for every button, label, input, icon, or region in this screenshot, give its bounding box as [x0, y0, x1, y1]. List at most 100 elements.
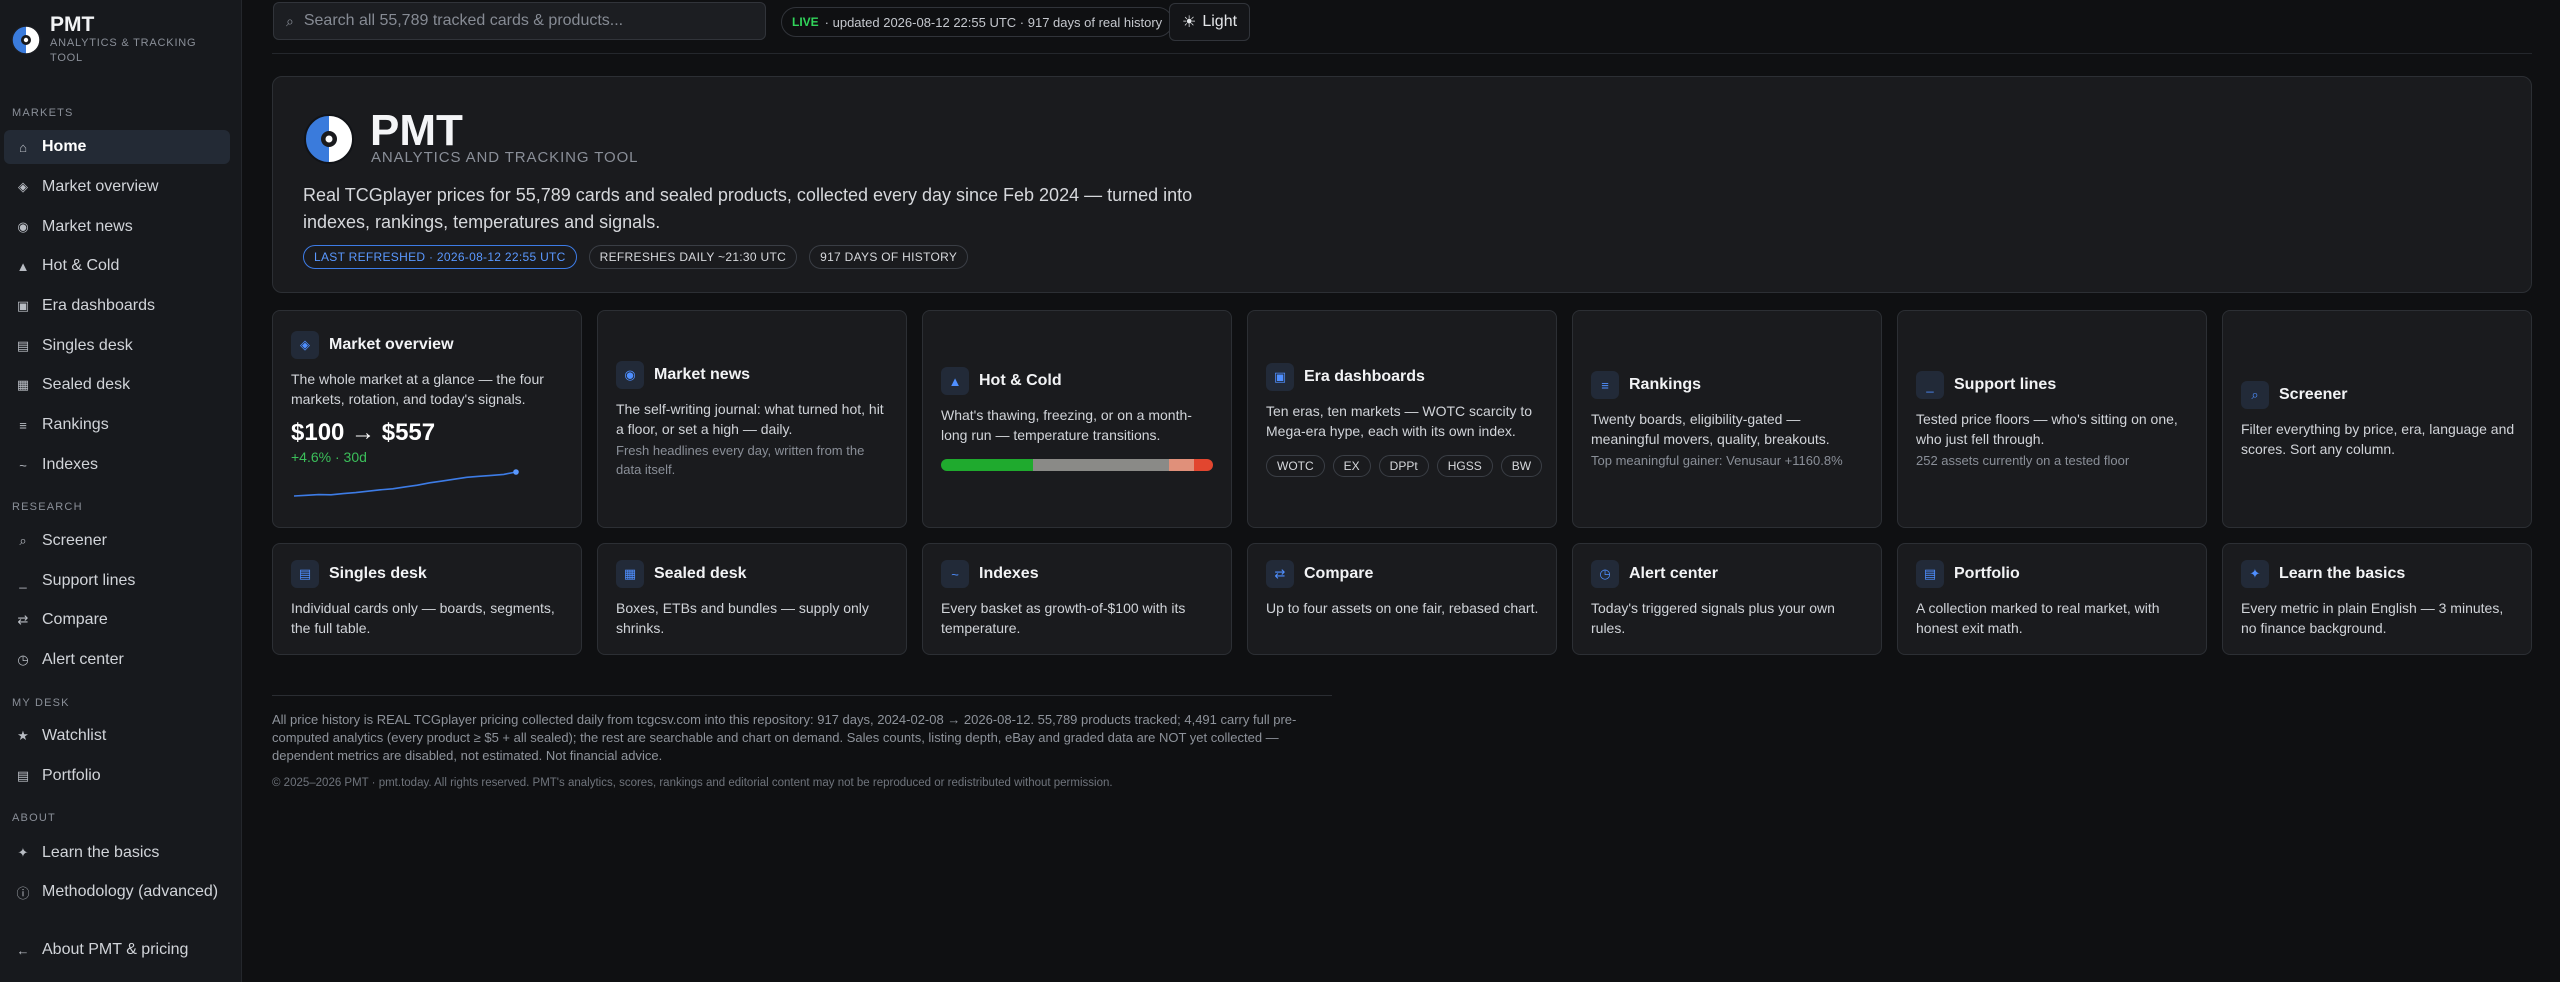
- sidebar-item-methodology[interactable]: ⓘ Methodology (advanced): [4, 875, 230, 909]
- era-tag[interactable]: DPPt: [1378, 455, 1429, 477]
- sidebar-item-era-dashboards[interactable]: ▣ Era dashboards: [4, 289, 230, 323]
- temperature-segment: [941, 459, 1034, 471]
- sidebar-item-watchlist[interactable]: ★ Watchlist: [4, 719, 230, 753]
- brand-subtitle: Analytics & tracking tool: [50, 37, 197, 64]
- swap-icon: ⇄: [17, 612, 29, 627]
- sidebar-item-singles-desk[interactable]: ▤ Singles desk: [4, 329, 230, 363]
- era-tag[interactable]: EX: [1332, 455, 1371, 477]
- sidebar-item-hot-cold[interactable]: ▲ Hot & Cold: [4, 249, 230, 283]
- era-tag-row: WOTC EX DPPt HGSS BW: [1266, 455, 1543, 477]
- card-rankings[interactable]: ≡ Rankings Twenty boards, eligibility-ga…: [1572, 310, 1882, 528]
- sidebar-item-about-pricing[interactable]: ← About PMT & pricing: [4, 933, 230, 967]
- dashboard-icon: ▣: [16, 298, 30, 313]
- sidebar-item-home[interactable]: ⌂ Home: [4, 130, 230, 164]
- card-compare[interactable]: ⇄ Compare Up to four assets on one fair,…: [1247, 543, 1557, 655]
- growth-delta: +4.6% · 30d: [291, 449, 367, 465]
- sidebar-item-learn-basics[interactable]: ✦ Learn the basics: [4, 836, 230, 870]
- card-description: Twenty boards, eligibility-gated — meani…: [1591, 411, 1830, 447]
- card-hot-cold[interactable]: ▲ Hot & Cold What's thawing, freezing, o…: [922, 310, 1232, 528]
- sidebar-item-screener[interactable]: ⌕ Screener: [4, 524, 230, 558]
- card-market-overview[interactable]: ◈ Market overview The whole market at a …: [272, 310, 582, 528]
- card-sealed-desk[interactable]: ▦ Sealed desk Boxes, ETBs and bundles — …: [597, 543, 907, 655]
- last-refreshed-badge: Last refreshed · 2026-08-12 22:55 UTC: [303, 245, 577, 269]
- sidebar-item-label: Indexes: [42, 456, 99, 473]
- era-tag[interactable]: HGSS: [1436, 455, 1493, 477]
- card-description: What's thawing, freezing, or on a month-…: [941, 407, 1192, 443]
- card-note: Top meaningful gainer: Venusaur +1160.8%: [1591, 453, 1843, 468]
- hero-panel: PMT Analytics and tracking tool Real TCG…: [272, 76, 2532, 293]
- card-singles-desk[interactable]: ▤ Singles desk Individual cards only — b…: [272, 543, 582, 655]
- hero-pill-row: Last refreshed · 2026-08-12 22:55 UTC Re…: [303, 245, 969, 269]
- sidebar-item-label: Compare: [42, 611, 108, 628]
- era-tag[interactable]: BW: [1500, 455, 1543, 477]
- temperature-bar: [941, 459, 1213, 471]
- search-icon: ⌕: [286, 12, 294, 29]
- list-icon: ≡: [1591, 371, 1619, 399]
- card-title: Singles desk: [329, 565, 427, 582]
- card-title: Market news: [654, 366, 751, 383]
- divider: [272, 695, 1332, 696]
- pmt-logo-icon: [11, 25, 41, 55]
- nav-section-markets: Markets: [12, 107, 74, 119]
- sidebar-item-market-overview[interactable]: ◈ Market overview: [4, 170, 230, 204]
- sidebar-item-label: Market news: [42, 218, 133, 235]
- card-description: Filter everything by price, era, languag…: [2241, 421, 2515, 457]
- brand[interactable]: PMT Analytics & tracking tool: [10, 14, 225, 66]
- temperature-segment: [1193, 459, 1213, 471]
- card-title: Hot & Cold: [979, 372, 1062, 389]
- sidebar-item-market-news[interactable]: ◉ Market news: [4, 210, 230, 244]
- card-portfolio[interactable]: ▤ Portfolio A collection marked to real …: [1897, 543, 2207, 655]
- theme-toggle-button[interactable]: ☀ Light: [1169, 3, 1251, 41]
- sidebar-item-label: Sealed desk: [42, 376, 131, 393]
- swap-icon: ⇄: [1266, 560, 1294, 588]
- era-tag[interactable]: WOTC: [1266, 455, 1325, 477]
- sidebar-item-portfolio[interactable]: ▤ Portfolio: [4, 759, 230, 793]
- card-title: Era dashboards: [1304, 368, 1425, 385]
- wave-icon: ~: [941, 560, 969, 588]
- wave-icon: ~: [19, 457, 27, 473]
- card-screener[interactable]: ⌕ Screener Filter everything by price, e…: [2222, 310, 2532, 528]
- copyright-notice: © 2025–2026 PMT · pmt.today. All rights …: [272, 777, 1113, 789]
- card-title: Market overview: [329, 336, 454, 353]
- radio-icon: ◉: [616, 361, 644, 389]
- card-note: Fresh headlines every day, written from …: [616, 443, 865, 477]
- underline-icon: _: [1916, 371, 1944, 399]
- card-support-lines[interactable]: _ Support lines Tested price floors — wh…: [1897, 310, 2207, 528]
- sidebar-item-indexes[interactable]: ~ Indexes: [4, 448, 230, 482]
- card-learn-basics[interactable]: ✦ Learn the basics Every metric in plain…: [2222, 543, 2532, 655]
- home-icon: ⌂: [19, 139, 27, 155]
- radio-icon: ◉: [17, 219, 29, 234]
- live-badge: LIVE: [792, 15, 819, 29]
- brand-name: PMT: [50, 13, 95, 36]
- sidebar-item-alert-center[interactable]: ◷ Alert center: [4, 643, 230, 677]
- card-indexes[interactable]: ~ Indexes Every basket as growth-of-$100…: [922, 543, 1232, 655]
- card-description: Ten eras, ten markets — WOTC scarcity to…: [1266, 403, 1533, 439]
- card-title: Sealed desk: [654, 565, 747, 582]
- clock-icon: ◷: [17, 652, 29, 667]
- sidebar-item-support-lines[interactable]: _ Support lines: [4, 564, 230, 598]
- card-era-dashboards[interactable]: ▣ Era dashboards Ten eras, ten markets —…: [1247, 310, 1557, 528]
- card-title: Compare: [1304, 565, 1374, 582]
- flame-icon: ▲: [941, 367, 969, 395]
- sun-icon: ☀: [1182, 14, 1197, 31]
- sidebar-item-sealed-desk[interactable]: ▦ Sealed desk: [4, 368, 230, 402]
- card-title: Portfolio: [1954, 565, 2020, 582]
- box-icon: ▦: [16, 377, 30, 392]
- search-box[interactable]: ⌕: [273, 2, 766, 40]
- arrow-left-icon: ←: [16, 942, 30, 958]
- temperature-segment: [1033, 459, 1170, 471]
- star-icon: ★: [17, 728, 29, 743]
- sidebar-item-rankings[interactable]: ≡ Rankings: [4, 408, 230, 442]
- growth-value: $100 → $557: [291, 419, 436, 446]
- sidebar-item-label: Methodology (advanced): [42, 883, 219, 900]
- sidebar-item-compare[interactable]: ⇄ Compare: [4, 603, 230, 637]
- sparkle-icon: ✦: [2241, 560, 2269, 588]
- list-icon: ≡: [19, 417, 27, 433]
- card-alert-center[interactable]: ◷ Alert center Today's triggered signals…: [1572, 543, 1882, 655]
- search-input[interactable]: [303, 12, 744, 30]
- card-title: Support lines: [1954, 376, 2057, 393]
- market-sparkline: [293, 469, 519, 497]
- card-market-news[interactable]: ◉ Market news The self-writing journal: …: [597, 310, 907, 528]
- sparkline-endpoint: [513, 469, 519, 475]
- card-title: Learn the basics: [2279, 565, 2406, 582]
